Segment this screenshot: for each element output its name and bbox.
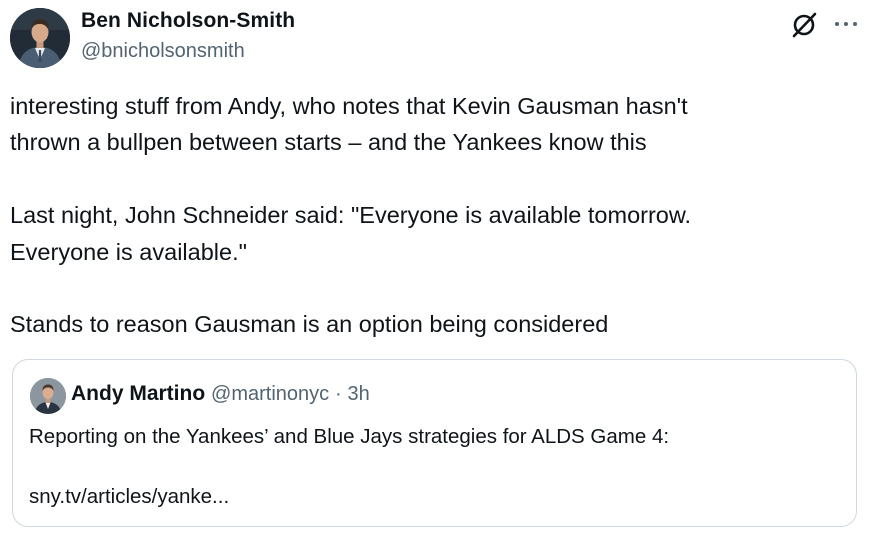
grok-icon [792, 12, 817, 38]
quote-author-avatar-photo [30, 378, 66, 414]
quote-author-name[interactable]: Andy Martino [71, 382, 205, 405]
tweet-text: interesting stuff from Andy, who notes t… [10, 93, 692, 338]
grok-button[interactable] [790, 9, 820, 39]
quote-text: Reporting on the Yankees’ and Blue Jays … [29, 425, 670, 508]
quote-header: Andy Martino @martinonyc · 3h [71, 382, 370, 406]
quote-separator: · [334, 383, 342, 405]
more-icon [835, 22, 857, 26]
tweet: Ben Nicholson-Smith @bnicholsonsmith int… [0, 0, 869, 541]
quote-timestamp[interactable]: 3h [348, 383, 370, 405]
author-avatar-photo [10, 8, 70, 68]
more-options-button[interactable] [831, 9, 861, 39]
author-name[interactable]: Ben Nicholson-Smith [81, 9, 295, 33]
author-handle[interactable]: @bnicholsonsmith [81, 40, 245, 63]
author-avatar[interactable] [10, 8, 70, 68]
quote-author-handle[interactable]: @martinonyc [211, 383, 329, 405]
quote-author-avatar[interactable] [30, 378, 66, 414]
quoted-tweet[interactable]: Andy Martino @martinonyc · 3h Reporting … [12, 359, 857, 527]
